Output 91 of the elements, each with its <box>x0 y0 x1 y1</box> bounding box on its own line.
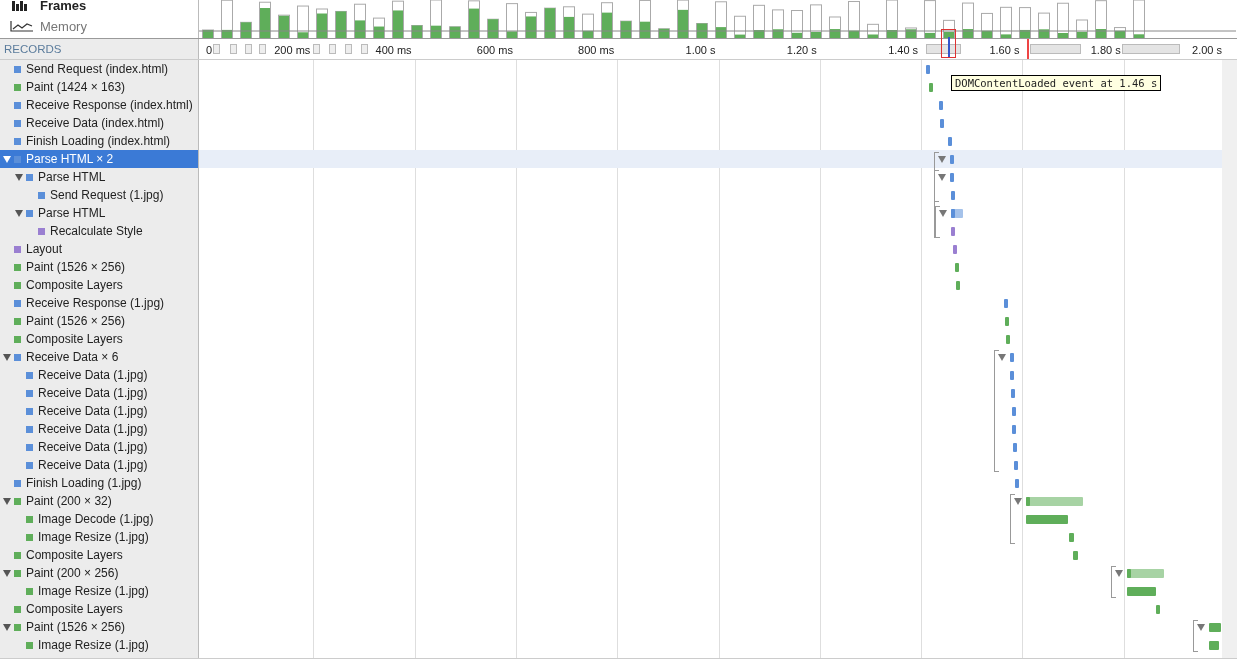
time-tick-label: 400 ms <box>375 44 413 56</box>
record-bar <box>1005 317 1009 326</box>
record-bar <box>929 83 933 92</box>
load-marker <box>1027 39 1029 59</box>
record-bar <box>950 155 954 164</box>
expand-triangle-icon[interactable] <box>998 354 1006 361</box>
record-bar <box>940 119 944 128</box>
time-tick-label: 1.80 s <box>1090 44 1122 56</box>
time-tick-label: 1.00 s <box>685 44 717 56</box>
record-row[interactable]: Paint (1526 × 256) <box>0 618 198 636</box>
event-tooltip: DOMContentLoaded event at 1.46 s <box>951 75 1162 91</box>
record-row[interactable]: Paint (1424 × 163) <box>0 78 198 96</box>
record-row[interactable]: Recalculate Style <box>0 222 198 240</box>
time-tick-label: 600 ms <box>476 44 514 56</box>
time-tick-label: 1.40 s <box>888 44 920 56</box>
record-row[interactable]: Receive Data (1.jpg) <box>0 366 198 384</box>
record-row[interactable]: Receive Data (1.jpg) <box>0 384 198 402</box>
record-bar <box>1073 551 1078 560</box>
records-header: RECORDS <box>0 39 199 59</box>
record-bar <box>1026 497 1030 506</box>
record-row[interactable]: Receive Data (1.jpg) <box>0 420 198 438</box>
record-row[interactable]: Receive Data × 6 <box>0 348 198 366</box>
record-bar <box>1011 389 1015 398</box>
time-tick-label: 1.60 s <box>989 44 1021 56</box>
record-bar <box>1026 515 1068 524</box>
expand-triangle-icon[interactable] <box>938 156 946 163</box>
record-bar <box>1010 371 1014 380</box>
record-row[interactable]: Composite Layers <box>0 330 198 348</box>
record-row[interactable]: Composite Layers <box>0 546 198 564</box>
record-bar <box>950 173 954 182</box>
record-bar <box>951 191 955 200</box>
view-tab[interactable]: Frames <box>10 0 198 12</box>
record-bar <box>948 137 952 146</box>
record-row[interactable]: Send Request (1.jpg) <box>0 186 198 204</box>
time-tick-label: 2.00 s <box>1192 44 1223 56</box>
record-row[interactable]: Receive Data (index.html) <box>0 114 198 132</box>
record-row[interactable]: Parse HTML <box>0 204 198 222</box>
record-row[interactable]: Finish Loading (index.html) <box>0 132 198 150</box>
record-bar <box>956 281 960 290</box>
record-row[interactable]: Receive Response (1.jpg) <box>0 294 198 312</box>
record-row[interactable]: Receive Response (index.html) <box>0 96 198 114</box>
record-bar <box>1012 425 1016 434</box>
record-bar <box>1209 641 1219 650</box>
record-row[interactable]: Paint (200 × 256) <box>0 564 198 582</box>
dom-content-loaded-marker <box>941 29 957 59</box>
record-row[interactable]: Receive Data (1.jpg) <box>0 456 198 474</box>
record-bar <box>1006 335 1010 344</box>
record-row[interactable]: Composite Layers <box>0 600 198 618</box>
expand-triangle-icon[interactable] <box>1197 624 1205 631</box>
time-tick-label: 800 ms <box>578 44 616 56</box>
time-tick-label: 200 ms <box>274 44 312 56</box>
record-row[interactable]: Paint (200 × 32) <box>0 492 198 510</box>
record-bar <box>955 263 959 272</box>
record-bar <box>1015 479 1019 488</box>
record-row[interactable]: Image Resize (1.jpg) <box>0 528 198 546</box>
time-tick-label: 0 <box>206 44 214 56</box>
record-row[interactable]: Paint (1526 × 256) <box>0 312 198 330</box>
record-bar <box>1013 443 1017 452</box>
record-bar <box>1069 533 1074 542</box>
record-row[interactable]: Finish Loading (1.jpg) <box>0 474 198 492</box>
record-bar <box>1010 353 1014 362</box>
record-bar <box>939 101 943 110</box>
record-row[interactable]: Paint (1526 × 256) <box>0 258 198 276</box>
record-row[interactable]: Parse HTML <box>0 168 198 186</box>
expand-triangle-icon[interactable] <box>1115 570 1123 577</box>
record-bar <box>1127 569 1131 578</box>
record-row[interactable]: Layout <box>0 240 198 258</box>
record-bar <box>951 209 955 218</box>
record-row[interactable]: Receive Data (1.jpg) <box>0 402 198 420</box>
record-bar <box>1127 587 1156 596</box>
line-graph-icon <box>10 20 34 32</box>
record-bar <box>1012 407 1016 416</box>
record-row[interactable]: Image Resize (1.jpg) <box>0 636 198 654</box>
record-bar <box>951 227 955 236</box>
expand-triangle-icon[interactable] <box>939 210 947 217</box>
record-bar <box>1156 605 1160 614</box>
expand-triangle-icon[interactable] <box>938 174 946 181</box>
record-row[interactable]: Parse HTML × 2 <box>0 150 198 168</box>
view-tab[interactable]: Memory <box>10 18 198 34</box>
record-bar <box>926 65 930 74</box>
expand-triangle-icon[interactable] <box>1014 498 1022 505</box>
record-row[interactable]: Image Decode (1.jpg) <box>0 510 198 528</box>
record-bar <box>953 245 957 254</box>
record-bar <box>1004 299 1008 308</box>
record-row[interactable]: Send Request (index.html) <box>0 60 198 78</box>
record-row[interactable]: Receive Data (1.jpg) <box>0 438 198 456</box>
record-row[interactable]: Image Resize (1.jpg) <box>0 582 198 600</box>
record-row[interactable]: Composite Layers <box>0 276 198 294</box>
time-tick-label: 1.20 s <box>786 44 818 56</box>
record-bar <box>1014 461 1018 470</box>
record-bar <box>1209 623 1221 632</box>
